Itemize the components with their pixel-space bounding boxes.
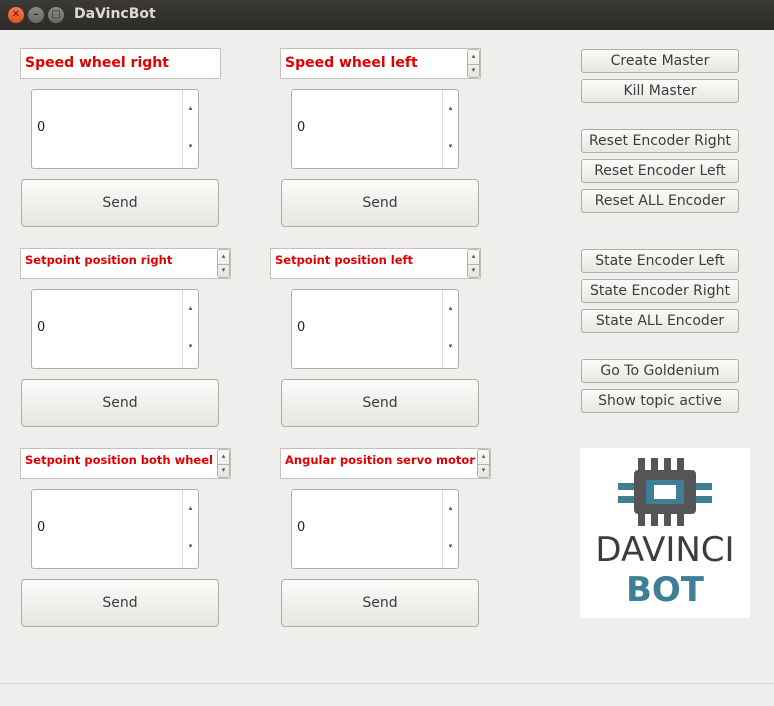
setpoint-position-right-stepper[interactable]: ▴ ▾	[182, 290, 198, 368]
chevron-up-icon[interactable]: ▴	[218, 250, 229, 265]
angular-position-servo-motor-spinner[interactable]: ▴ ▾	[477, 449, 490, 478]
setpoint-position-left-stepper[interactable]: ▴ ▾	[442, 290, 458, 368]
angular-position-servo-motor-label: Angular position servo motor	[280, 448, 491, 479]
chevron-down-icon[interactable]: ▾	[468, 64, 479, 78]
state-encoder-right-button[interactable]: State Encoder Right	[581, 279, 739, 303]
speed-wheel-left-value: 0	[297, 120, 306, 135]
state-encoder-left-button[interactable]: State Encoder Left	[581, 249, 739, 273]
angular-position-servo-motor-value: 0	[297, 520, 306, 535]
setpoint-position-right-label: Setpoint position right	[20, 248, 231, 279]
setpoint-position-right-spinner[interactable]: ▴ ▾	[217, 249, 230, 278]
chevron-down-icon[interactable]: ▾	[183, 542, 198, 550]
setpoint-position-left-spinner[interactable]: ▴ ▾	[467, 249, 480, 278]
speed-wheel-left-label: Speed wheel left	[280, 48, 481, 79]
speed-wheel-right-send-button[interactable]: Send	[21, 179, 219, 227]
reset-encoder-left-button[interactable]: Reset Encoder Left	[581, 159, 739, 183]
chevron-down-icon[interactable]: ▾	[443, 142, 458, 150]
create-master-button[interactable]: Create Master	[581, 49, 739, 73]
show-topic-active-button[interactable]: Show topic active	[581, 389, 739, 413]
setpoint-position-left-label: Setpoint position left	[270, 248, 481, 279]
speed-wheel-right-label: Speed wheel right	[20, 48, 221, 79]
chevron-up-icon[interactable]: ▴	[443, 104, 458, 112]
speed-wheel-right-input[interactable]: 0 ▴ ▾	[31, 89, 199, 169]
speed-wheel-left-input[interactable]: 0 ▴ ▾	[291, 89, 459, 169]
chevron-up-icon[interactable]: ▴	[478, 450, 489, 465]
setpoint-position-both-wheel-spinner[interactable]: ▴ ▾	[217, 449, 230, 478]
chevron-down-icon[interactable]: ▾	[218, 264, 229, 278]
title-bar: ✕ – □ DaVincBot	[0, 0, 774, 30]
chevron-up-icon[interactable]: ▴	[183, 504, 198, 512]
chevron-up-icon[interactable]: ▴	[218, 450, 229, 465]
speed-wheel-right-value: 0	[37, 120, 46, 135]
reset-encoder-right-button[interactable]: Reset Encoder Right	[581, 129, 739, 153]
chevron-up-icon[interactable]: ▴	[468, 250, 479, 265]
chip-icon	[618, 458, 712, 526]
speed-wheel-right-stepper[interactable]: ▴ ▾	[182, 90, 198, 168]
logo-line2: BOT	[625, 570, 704, 610]
setpoint-position-right-input[interactable]: 0 ▴ ▾	[31, 289, 199, 369]
kill-master-button[interactable]: Kill Master	[581, 79, 739, 103]
reset-all-encoder-button[interactable]: Reset ALL Encoder	[581, 189, 739, 213]
speed-wheel-left-send-button[interactable]: Send	[281, 179, 479, 227]
chevron-down-icon[interactable]: ▾	[183, 342, 198, 350]
setpoint-position-both-wheel-stepper[interactable]: ▴ ▾	[182, 490, 198, 568]
chevron-down-icon[interactable]: ▾	[468, 264, 479, 278]
chevron-down-icon[interactable]: ▾	[478, 464, 489, 478]
status-bar	[0, 683, 774, 706]
go-to-goldenium-button[interactable]: Go To Goldenium	[581, 359, 739, 383]
chevron-up-icon[interactable]: ▴	[183, 304, 198, 312]
speed-wheel-left-stepper[interactable]: ▴ ▾	[442, 90, 458, 168]
speed-wheel-left-label-spinner[interactable]: ▴ ▾	[467, 49, 480, 78]
setpoint-position-both-wheel-input[interactable]: 0 ▴ ▾	[31, 489, 199, 569]
chevron-up-icon[interactable]: ▴	[443, 504, 458, 512]
setpoint-position-both-wheel-value: 0	[37, 520, 46, 535]
setpoint-position-left-send-button[interactable]: Send	[281, 379, 479, 427]
window-title: DaVincBot	[74, 6, 156, 22]
chevron-down-icon[interactable]: ▾	[218, 464, 229, 478]
angular-position-servo-motor-input[interactable]: 0 ▴ ▾	[291, 489, 459, 569]
chevron-down-icon[interactable]: ▾	[183, 142, 198, 150]
davinci-bot-logo: DAVINCI BOT	[580, 448, 750, 618]
close-icon[interactable]: ✕	[8, 7, 24, 23]
angular-position-servo-motor-send-button[interactable]: Send	[281, 579, 479, 627]
setpoint-position-both-wheel-send-button[interactable]: Send	[21, 579, 219, 627]
maximize-icon[interactable]: □	[48, 7, 64, 23]
setpoint-position-both-wheel-label: Setpoint position both wheel	[20, 448, 231, 479]
chevron-down-icon[interactable]: ▾	[443, 542, 458, 550]
chevron-up-icon[interactable]: ▴	[183, 104, 198, 112]
angular-position-servo-motor-stepper[interactable]: ▴ ▾	[442, 490, 458, 568]
setpoint-position-right-value: 0	[37, 320, 46, 335]
setpoint-position-left-input[interactable]: 0 ▴ ▾	[291, 289, 459, 369]
minimize-icon[interactable]: –	[28, 7, 44, 23]
chevron-up-icon[interactable]: ▴	[443, 304, 458, 312]
chevron-up-icon[interactable]: ▴	[468, 50, 479, 65]
state-all-encoder-button[interactable]: State ALL Encoder	[581, 309, 739, 333]
setpoint-position-left-value: 0	[297, 320, 306, 335]
logo-line1: DAVINCI	[595, 530, 735, 570]
setpoint-position-right-send-button[interactable]: Send	[21, 379, 219, 427]
chevron-down-icon[interactable]: ▾	[443, 342, 458, 350]
